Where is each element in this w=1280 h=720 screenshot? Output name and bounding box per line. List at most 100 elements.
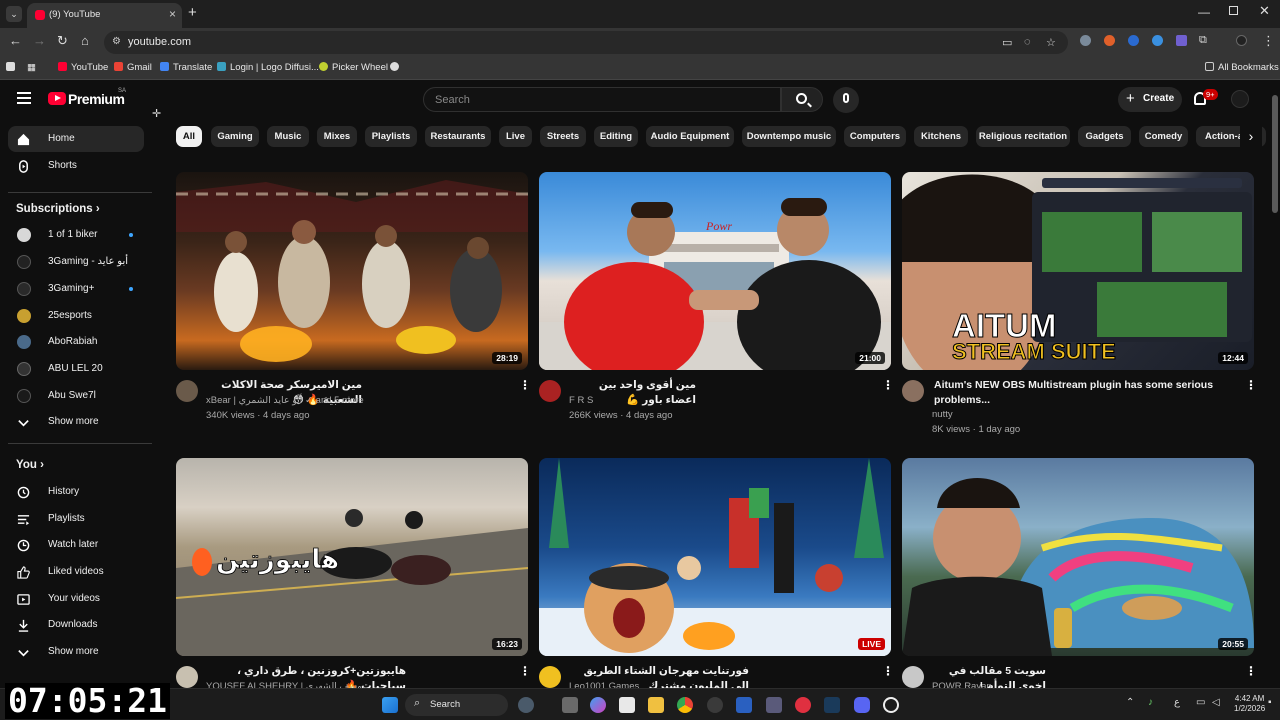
bookmark-picker-wheel[interactable]: Picker Wheel xyxy=(319,62,388,73)
premium-logo-text[interactable]: Premium xyxy=(68,91,125,107)
bookmark-square-icon[interactable] xyxy=(6,62,19,73)
more-options-icon[interactable]: ⋮ xyxy=(1245,664,1257,678)
chrome-icon[interactable] xyxy=(677,697,693,713)
window-maximize-icon[interactable] xyxy=(1229,6,1238,15)
cast-icon[interactable]: ▭ xyxy=(1002,36,1012,49)
chip-live[interactable]: Live xyxy=(499,126,532,147)
chip-restaurants[interactable]: Restaurants xyxy=(425,126,491,147)
notification-center-icon[interactable]: ▪ xyxy=(1268,697,1272,708)
volume-icon[interactable]: ◁ xyxy=(1212,697,1220,708)
app-gray-icon[interactable] xyxy=(766,697,782,713)
video-thumbnail[interactable]: 20:55 xyxy=(902,458,1254,656)
bookmark-star-icon[interactable]: ☆ xyxy=(1046,36,1056,49)
extension-4-icon[interactable] xyxy=(1152,35,1163,46)
video-channel[interactable]: nutty xyxy=(932,409,953,420)
more-options-icon[interactable]: ⋮ xyxy=(1245,378,1257,392)
sidebar-item-playlists[interactable]: Playlists xyxy=(8,506,144,532)
copilot-icon[interactable] xyxy=(590,697,606,713)
create-button[interactable]: + Create xyxy=(1118,87,1182,112)
reload-icon[interactable]: ↻ xyxy=(57,33,68,49)
windows-start-icon[interactable] xyxy=(382,697,398,713)
video-thumbnail[interactable]: LIVE xyxy=(539,458,891,656)
chip-downtempo-music[interactable]: Downtempo music xyxy=(742,126,836,147)
channel-avatar[interactable] xyxy=(539,666,561,688)
video-thumbnail[interactable]: 28:19 xyxy=(176,172,528,370)
you-header[interactable]: You › xyxy=(16,459,44,471)
obs-icon[interactable] xyxy=(707,697,723,713)
bookmark-globe-icon[interactable] xyxy=(390,62,403,73)
tray-chevron-up-icon[interactable]: ⌃ xyxy=(1126,697,1134,708)
chip-computers[interactable]: Computers xyxy=(844,126,906,147)
window-minimize-icon[interactable]: — xyxy=(1198,5,1210,19)
hamburger-menu-icon[interactable] xyxy=(17,92,31,104)
video-thumbnail[interactable]: AITUM STREAM SUITE 12:44 xyxy=(902,172,1254,370)
page-scrollbar[interactable] xyxy=(1270,81,1280,687)
video-channel[interactable]: xBear | أبو عايد الشمري ✓ and 5 more xyxy=(206,395,364,406)
sidebar-subscription-3gaming[interactable]: 3Gaming - أبو عايد xyxy=(8,249,144,275)
tab-search-icon[interactable]: ⌄ xyxy=(6,6,22,22)
video-thumbnail[interactable]: Powr 21:00 xyxy=(539,172,891,370)
window-close-icon[interactable]: ✕ xyxy=(1259,3,1270,19)
scrollbar-thumb[interactable] xyxy=(1272,95,1278,213)
settings-gear-icon[interactable] xyxy=(883,697,899,713)
chip-playlists[interactable]: Playlists xyxy=(365,126,417,147)
sidebar-item-home[interactable]: Home xyxy=(8,126,144,152)
chip-mixes[interactable]: Mixes xyxy=(317,126,357,147)
steam-icon[interactable] xyxy=(824,697,840,713)
media-player-icon[interactable] xyxy=(795,697,811,713)
address-bar[interactable]: ⚙ youtube.com ▭ ◌ ☆ xyxy=(104,31,1068,54)
site-info-icon[interactable]: ⚙ xyxy=(112,36,121,47)
chip-comedy[interactable]: Comedy xyxy=(1139,126,1188,147)
bookmark-logo-diffusion[interactable]: Login | Logo Diffusi... xyxy=(217,62,319,73)
taskbar-search-box[interactable]: ⌕ Search xyxy=(405,694,508,716)
chips-next-arrow-icon[interactable]: › xyxy=(1240,126,1262,148)
sidebar-show-more-you[interactable]: Show more xyxy=(8,639,144,665)
discord-icon[interactable] xyxy=(854,697,870,713)
chip-gaming[interactable]: Gaming xyxy=(211,126,259,147)
forward-icon[interactable]: → xyxy=(33,33,46,48)
chip-editing[interactable]: Editing xyxy=(594,126,638,147)
bookmark-youtube[interactable]: YouTube xyxy=(58,62,108,73)
task-view-icon[interactable] xyxy=(562,697,578,713)
apps-grid-icon[interactable]: ▦ xyxy=(27,62,36,73)
more-options-icon[interactable]: ⋮ xyxy=(882,378,894,392)
channel-avatar[interactable] xyxy=(902,380,924,402)
extension-1-icon[interactable] xyxy=(1080,35,1091,46)
microphone-tray-icon[interactable]: ♪ xyxy=(1148,697,1153,708)
search-input[interactable]: Search xyxy=(423,87,781,112)
chip-streets[interactable]: Streets xyxy=(540,126,586,147)
channel-avatar[interactable] xyxy=(176,666,198,688)
language-indicator[interactable]: ع xyxy=(1174,697,1180,708)
channel-avatar[interactable] xyxy=(176,380,198,402)
sidebar-show-more-subscriptions[interactable]: Show more xyxy=(8,409,144,435)
tab-close-icon[interactable]: × xyxy=(169,7,176,21)
chip-religious-recitation[interactable]: Religious recitation xyxy=(976,126,1070,147)
profile-avatar-icon[interactable] xyxy=(1236,35,1247,46)
bookmark-translate[interactable]: Translate xyxy=(160,62,212,73)
sidebar-item-liked-videos[interactable]: Liked videos xyxy=(8,559,144,585)
app-blue-icon[interactable] xyxy=(736,697,752,713)
network-icon[interactable]: ▭ xyxy=(1196,697,1205,708)
channel-avatar[interactable] xyxy=(539,380,561,402)
chip-gadgets[interactable]: Gadgets xyxy=(1078,126,1131,147)
sidebar-item-your-videos[interactable]: Your videos xyxy=(8,586,144,612)
sidebar-subscription-abu-swe7l[interactable]: Abu Swe7l xyxy=(8,383,144,409)
sidebar-item-history[interactable]: History xyxy=(8,479,144,505)
voice-search-button[interactable] xyxy=(833,87,859,113)
sidebar-subscription-abu-lel-20[interactable]: ABU LEL 20 xyxy=(8,356,144,382)
subscriptions-header[interactable]: Subscriptions › xyxy=(16,203,100,215)
bookmark-gmail[interactable]: Gmail xyxy=(114,62,152,73)
video-channel[interactable]: F R S xyxy=(569,395,593,406)
chip-audio-equipment[interactable]: Audio Equipment xyxy=(646,126,734,147)
taskbar-clock[interactable]: 4:42 AM 1/2/2026 xyxy=(1234,694,1265,714)
channel-avatar[interactable] xyxy=(902,666,924,688)
video-thumbnail[interactable]: هايبوزتين 16:23 xyxy=(176,458,528,656)
sidebar-item-shorts[interactable]: Shorts xyxy=(8,153,144,179)
more-options-icon[interactable]: ⋮ xyxy=(519,378,531,392)
browser-menu-icon[interactable]: ⋮ xyxy=(1262,33,1275,49)
home-icon[interactable]: ⌂ xyxy=(81,33,89,48)
back-icon[interactable]: ← xyxy=(9,33,22,48)
widgets-icon[interactable] xyxy=(518,697,534,713)
sidebar-item-watch-later[interactable]: Watch later xyxy=(8,532,144,558)
video-title[interactable]: Aitum's NEW OBS Multistream plugin has s… xyxy=(934,378,1234,408)
